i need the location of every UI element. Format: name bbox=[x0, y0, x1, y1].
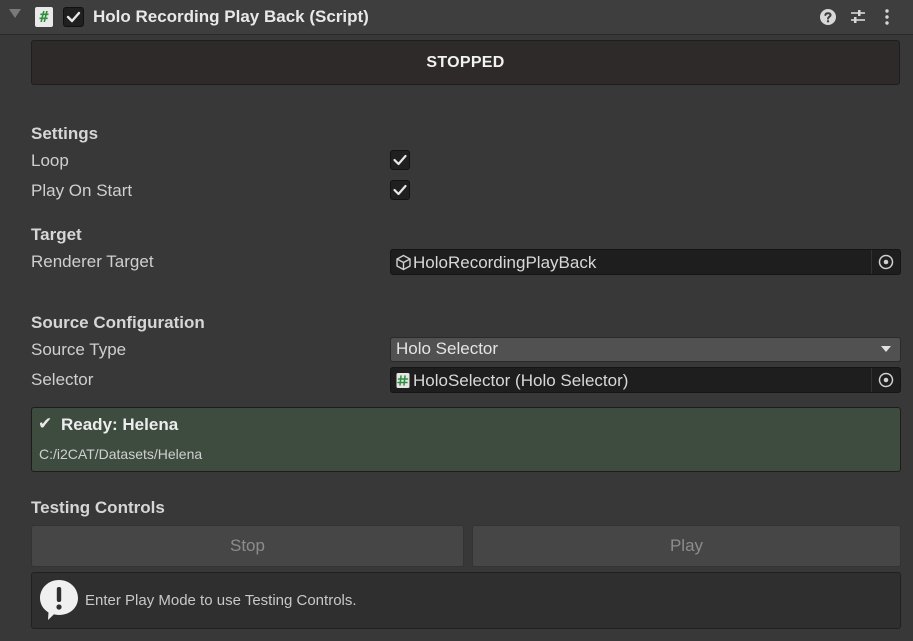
info-speech-bubble-icon bbox=[40, 580, 78, 620]
loop-label: Loop bbox=[31, 151, 69, 170]
source-configuration-header: Source Configuration bbox=[31, 313, 205, 332]
selector-value: HoloSelector (Holo Selector) bbox=[413, 371, 629, 390]
component-title: Holo Recording Play Back (Script) bbox=[93, 7, 369, 26]
checkmark-icon bbox=[393, 154, 407, 166]
playback-status-text: STOPPED bbox=[426, 54, 505, 71]
play-on-start-label: Play On Start bbox=[31, 181, 133, 200]
loop-checkbox[interactable] bbox=[390, 150, 410, 170]
foldout-arrow-icon[interactable] bbox=[9, 9, 21, 18]
ready-title: Ready: Helena bbox=[61, 415, 179, 434]
source-type-value: Holo Selector bbox=[396, 339, 499, 358]
renderer-target-value: HoloRecordingPlayBack bbox=[413, 253, 597, 272]
dropdown-arrow-icon bbox=[881, 346, 891, 352]
object-picker-icon[interactable] bbox=[876, 370, 896, 390]
script-icon bbox=[396, 373, 410, 388]
testing-controls-header: Testing Controls bbox=[31, 498, 165, 517]
gameobject-cube-icon bbox=[396, 254, 411, 271]
help-text: Enter Play Mode to use Testing Controls. bbox=[85, 592, 357, 609]
field-divider bbox=[871, 250, 872, 274]
play-button[interactable]: Play bbox=[472, 525, 901, 567]
settings-header: Settings bbox=[31, 124, 99, 143]
stop-button[interactable]: Stop bbox=[31, 525, 464, 567]
checkmark-icon: ✔ bbox=[38, 414, 53, 433]
selector-label: Selector bbox=[31, 370, 94, 389]
help-icon[interactable] bbox=[819, 8, 837, 26]
source-type-label: Source Type bbox=[31, 340, 127, 359]
presets-icon[interactable] bbox=[849, 8, 867, 26]
dataset-path: C:/i2CAT/Datasets/Helena bbox=[39, 446, 203, 462]
play-on-start-checkbox[interactable] bbox=[390, 180, 410, 200]
renderer-target-label: Renderer Target bbox=[31, 252, 154, 271]
field-divider bbox=[871, 368, 872, 392]
checkmark-icon bbox=[66, 11, 81, 23]
kebab-menu-icon[interactable] bbox=[878, 8, 896, 26]
component-enabled-checkbox[interactable] bbox=[63, 7, 84, 27]
checkmark-icon bbox=[393, 184, 407, 196]
object-picker-icon[interactable] bbox=[876, 252, 896, 272]
target-header: Target bbox=[31, 225, 82, 244]
script-icon: # bbox=[35, 7, 53, 27]
